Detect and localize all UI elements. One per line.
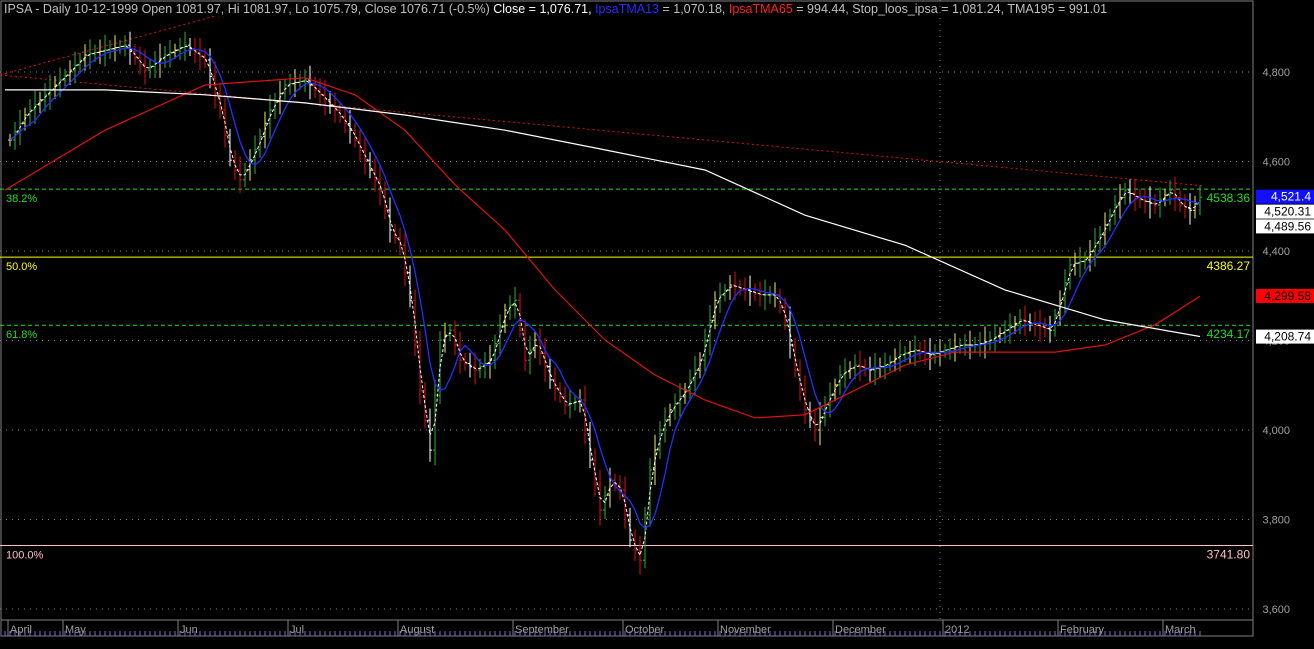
ma-line-tma195 <box>5 89 1201 338</box>
tma13-line <box>9 47 1201 530</box>
upper-trendline <box>0 15 216 76</box>
month-label: February <box>1060 624 1105 636</box>
value-tag-text: 4,208.74 <box>1264 330 1311 344</box>
fib-level-label: 61.8% <box>6 329 37 341</box>
fib-level-label: 100.0% <box>6 550 44 562</box>
resistance-trendline <box>0 74 1206 187</box>
fib-level-label: 38.2% <box>6 193 37 205</box>
y-tick-label: 4,600 <box>1262 157 1290 169</box>
header-tma13-name: IpsaTMA13 <box>595 2 659 16</box>
month-label: 2012 <box>945 624 969 636</box>
y-tick-label: 3,800 <box>1262 515 1290 527</box>
month-label: May <box>65 624 86 636</box>
fib-level-value: 4234.17 <box>1207 327 1251 341</box>
header-close: Close = 1,076.71, <box>493 2 592 16</box>
month-label: December <box>835 624 886 636</box>
value-tag-text: 4,521.4 <box>1271 190 1311 204</box>
stop-loss-line <box>9 45 1201 557</box>
month-label: Jul <box>290 624 304 636</box>
month-label: November <box>720 624 771 636</box>
header-tma65-value: = 994.44, <box>796 2 849 16</box>
month-label: September <box>515 624 569 636</box>
header-tma65-name: IpsaTMA65 <box>728 2 793 16</box>
y-tick-label: 4,800 <box>1262 67 1290 79</box>
chart-header: IPSA - Daily 10-12-1999 Open 1081.97, Hi… <box>4 2 1107 16</box>
value-tag-text: 4,299.58 <box>1264 289 1311 303</box>
y-tick-label: 4,400 <box>1262 246 1290 258</box>
y-tick-label: 3,600 <box>1262 604 1290 616</box>
y-tick-label: 4,000 <box>1262 425 1290 437</box>
value-tag-text: 4,520.31 <box>1264 205 1311 219</box>
header-tma13-value: = 1,070.18, <box>662 2 726 16</box>
value-tag-text: 4,489.56 <box>1264 219 1311 233</box>
header-ohlc: IPSA - Daily 10-12-1999 Open 1081.97, Hi… <box>4 2 490 16</box>
ma-line-ipsatma65 <box>4 77 1201 419</box>
fib-level-value: 4386.27 <box>1207 259 1251 273</box>
fib-level-value: 3741.80 <box>1207 548 1251 562</box>
fib-level-label: 50.0% <box>6 261 37 273</box>
fib-level-value: 4538.36 <box>1207 191 1251 205</box>
price-chart[interactable]: 4,8004,6004,4004,2004,0003,8003,600April… <box>0 0 1314 649</box>
month-label: April <box>10 624 32 636</box>
header-rest: Stop_loos_ipsa = 1,081.24, TMA195 = 991.… <box>852 2 1108 16</box>
